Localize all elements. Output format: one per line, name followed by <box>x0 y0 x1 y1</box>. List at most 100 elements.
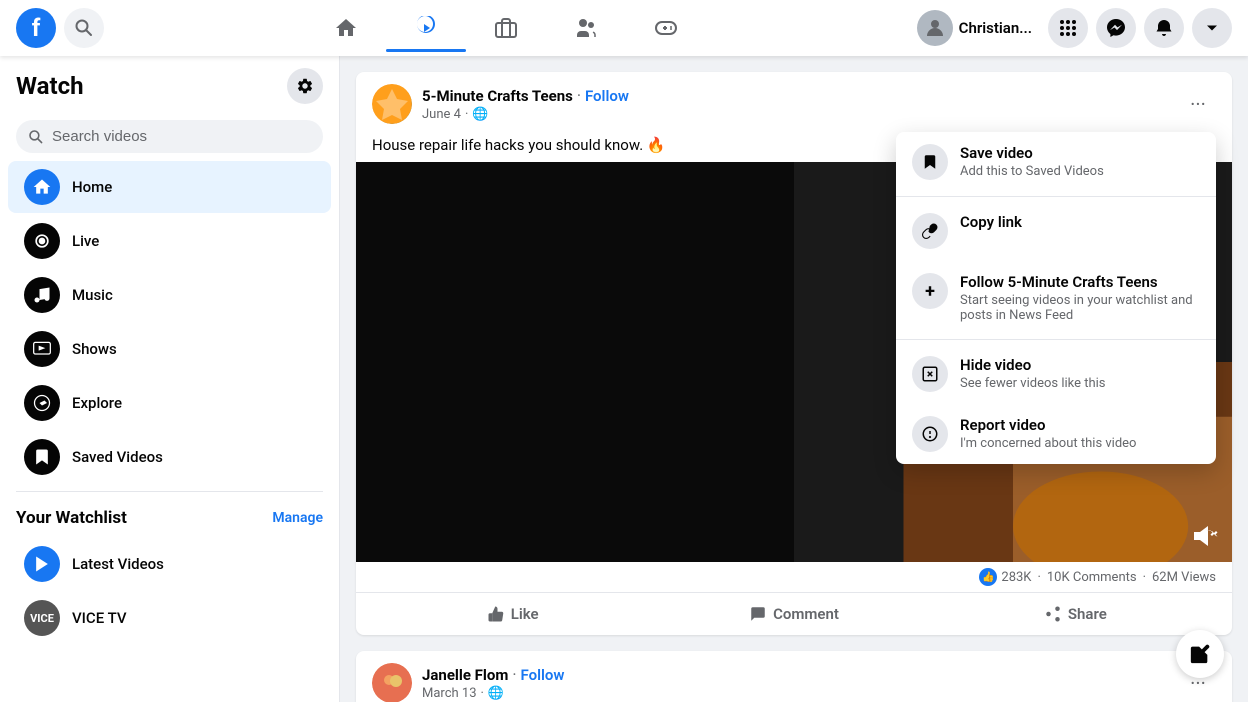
copy-link-content: Copy link <box>960 213 1200 231</box>
save-video-icon <box>912 144 948 180</box>
menu-copy-link[interactable]: Copy link <box>896 201 1216 261</box>
sidebar-item-music[interactable]: Music <box>8 269 331 321</box>
explore-icon <box>24 385 60 421</box>
sidebar-music-label: Music <box>72 286 113 304</box>
search-input[interactable] <box>52 128 311 145</box>
post-follow-btn-2[interactable]: Follow <box>520 666 564 684</box>
context-menu: Save video Add this to Saved Videos Copy… <box>896 132 1216 464</box>
facebook-logo[interactable]: f <box>16 8 56 48</box>
sidebar-divider <box>16 491 323 492</box>
follow-subtitle: Start seeing videos in your watchlist an… <box>960 293 1200 323</box>
hide-video-subtitle: See fewer videos like this <box>960 376 1200 391</box>
report-video-content: Report video I'm concerned about this vi… <box>960 416 1200 451</box>
live-icon <box>24 223 60 259</box>
nav-right-actions: Christian... <box>909 6 1232 50</box>
post-card-1: 5-Minute Crafts Teens · Follow June 4 · … <box>356 72 1232 635</box>
latest-videos-avatar <box>24 546 60 582</box>
watchlist-item-vice[interactable]: VICE VICE TV <box>8 592 331 644</box>
sidebar-item-explore[interactable]: Explore <box>8 377 331 429</box>
apps-grid-btn[interactable] <box>1048 8 1088 48</box>
post-visibility-2: 🌐 <box>488 686 504 701</box>
nav-watch-btn[interactable] <box>386 4 466 52</box>
post-info-2: Janelle Flom · Follow March 13 · 🌐 <box>422 665 1170 701</box>
settings-gear-btn[interactable] <box>287 68 323 104</box>
post-date-2: March 13 <box>422 686 477 701</box>
post-info-1: 5-Minute Crafts Teens · Follow June 4 · … <box>422 86 1170 122</box>
sep2: · <box>1143 570 1146 585</box>
watchlist-header: Your Watchlist Manage <box>0 500 339 536</box>
follow-title: Follow 5-Minute Crafts Teens <box>960 273 1200 291</box>
copy-link-title: Copy link <box>960 213 1200 231</box>
shows-icon <box>24 331 60 367</box>
post-meta-1: June 4 · 🌐 <box>422 107 1170 122</box>
sidebar-home-label: Home <box>72 178 112 196</box>
nav-gaming-btn[interactable] <box>626 4 706 52</box>
comments-count-1: 10K Comments <box>1047 570 1137 585</box>
top-navigation: f Christian... <box>0 0 1248 56</box>
post-author-avatar-1 <box>372 84 412 124</box>
report-video-subtitle: I'm concerned about this video <box>960 436 1200 451</box>
follow-content: Follow 5-Minute Crafts Teens Start seein… <box>960 273 1200 323</box>
menu-follow-page[interactable]: + Follow 5-Minute Crafts Teens Start see… <box>896 261 1216 335</box>
follow-icon: + <box>912 273 948 309</box>
like-label-1: Like <box>511 605 539 623</box>
dot-sep-2: · <box>481 686 484 701</box>
sidebar-header: Watch <box>0 68 339 112</box>
menu-report-video[interactable]: Report video I'm concerned about this vi… <box>896 404 1216 464</box>
user-name: Christian... <box>959 19 1032 37</box>
nav-center <box>104 4 909 52</box>
post-author-name-2: Janelle Flom <box>422 666 508 684</box>
post-date-1: June 4 <box>422 107 461 122</box>
like-icon-1: 👍 <box>979 568 997 586</box>
post-more-btn-1[interactable]: ··· <box>1180 86 1216 122</box>
comment-btn-1[interactable]: Comment <box>653 597 934 631</box>
dropdown-btn[interactable] <box>1192 8 1232 48</box>
sidebar-saved-label: Saved Videos <box>72 448 163 466</box>
post-author-avatar-2 <box>372 663 412 702</box>
post-header-1: 5-Minute Crafts Teens · Follow June 4 · … <box>356 72 1232 136</box>
messenger-btn[interactable] <box>1096 8 1136 48</box>
manage-btn[interactable]: Manage <box>272 510 323 526</box>
menu-divider-1 <box>896 196 1216 197</box>
nav-marketplace-btn[interactable] <box>466 4 546 52</box>
sidebar-item-shows[interactable]: Shows <box>8 323 331 375</box>
save-video-title: Save video <box>960 144 1200 162</box>
menu-hide-video[interactable]: Hide video See fewer videos like this <box>896 344 1216 404</box>
search-box[interactable] <box>16 120 323 153</box>
dot-sep: · <box>465 107 468 122</box>
save-video-subtitle: Add this to Saved Videos <box>960 164 1200 179</box>
watchlist-title: Your Watchlist <box>16 508 127 528</box>
menu-divider-2 <box>896 339 1216 340</box>
user-avatar <box>917 10 953 46</box>
sidebar-item-live[interactable]: Live <box>8 215 331 267</box>
post-stats-1: 👍 283K · 10K Comments · 62M Views <box>356 562 1232 592</box>
sidebar-shows-label: Shows <box>72 340 117 358</box>
sidebar-title: Watch <box>16 72 84 100</box>
music-icon <box>24 277 60 313</box>
sidebar-item-saved[interactable]: Saved Videos <box>8 431 331 483</box>
post-follow-btn-1[interactable]: Follow <box>585 87 629 105</box>
sep1: · <box>1037 570 1040 585</box>
main-layout: Watch Home Live Music <box>0 56 1248 702</box>
user-profile-btn[interactable]: Christian... <box>909 6 1040 50</box>
vice-tv-avatar: VICE <box>24 600 60 636</box>
menu-save-video[interactable]: Save video Add this to Saved Videos <box>896 132 1216 192</box>
like-btn-1[interactable]: Like <box>372 597 653 631</box>
sidebar-item-home[interactable]: Home <box>8 161 331 213</box>
nav-home-btn[interactable] <box>306 4 386 52</box>
hide-video-content: Hide video See fewer videos like this <box>960 356 1200 391</box>
post-visibility-1: 🌐 <box>472 107 488 122</box>
saved-icon <box>24 439 60 475</box>
share-btn-1[interactable]: Share <box>935 597 1216 631</box>
copy-link-icon <box>912 213 948 249</box>
content-area: 5-Minute Crafts Teens · Follow June 4 · … <box>340 56 1248 702</box>
home-icon <box>24 169 60 205</box>
post-header-2: Janelle Flom · Follow March 13 · 🌐 ··· <box>356 651 1232 702</box>
notifications-btn[interactable] <box>1144 8 1184 48</box>
compose-fab[interactable] <box>1176 630 1224 678</box>
search-button[interactable] <box>64 8 104 48</box>
watchlist-item-latest[interactable]: Latest Videos <box>8 538 331 590</box>
hide-video-title: Hide video <box>960 356 1200 374</box>
mute-icon[interactable] <box>1192 522 1220 550</box>
nav-groups-btn[interactable] <box>546 4 626 52</box>
